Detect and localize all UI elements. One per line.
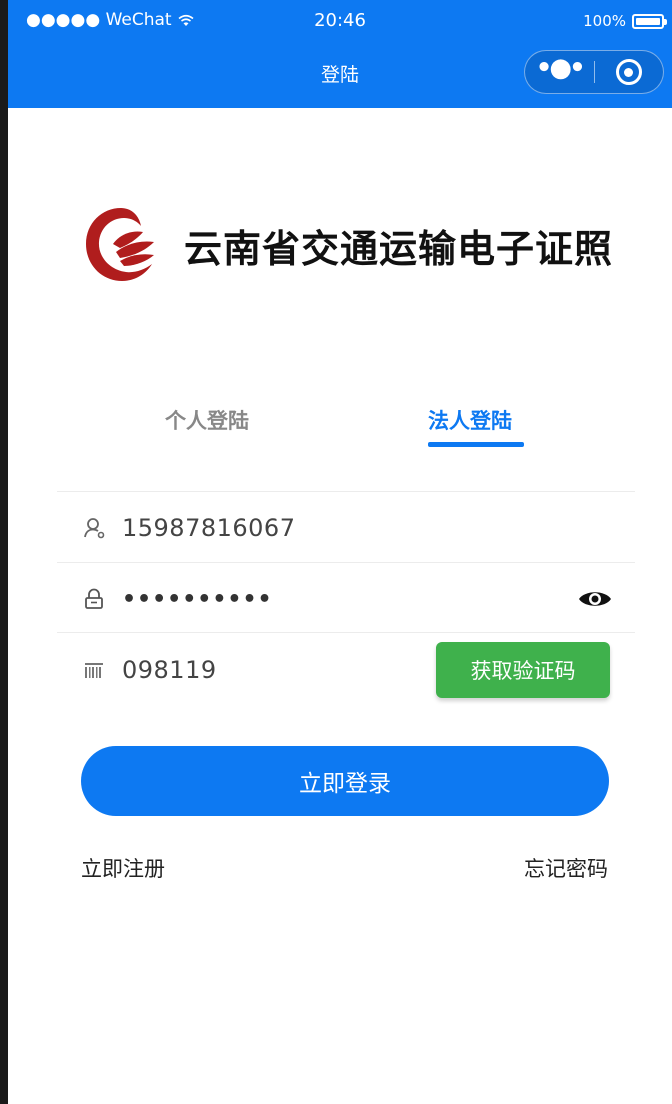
window-edge xyxy=(0,0,8,1104)
tab-personal-login[interactable]: 个人登陆 xyxy=(165,405,249,435)
status-bar: ●●●●● WeChat 20:46 100% xyxy=(8,0,672,40)
battery-status: 100% xyxy=(583,12,667,30)
active-tab-indicator xyxy=(428,442,524,447)
register-link[interactable]: 立即注册 xyxy=(81,853,165,883)
lock-icon xyxy=(80,585,108,613)
target-circle-icon xyxy=(615,59,642,85)
user-icon xyxy=(80,514,108,542)
brand-name: 云南省交通运输电子证照 xyxy=(184,226,614,271)
barcode-icon xyxy=(80,656,108,684)
username-field[interactable]: 15987816067 xyxy=(80,503,612,553)
eye-icon[interactable] xyxy=(578,584,612,614)
brand-header: 云南省交通运输电子证照 xyxy=(80,200,620,290)
more-dots-icon: •●• xyxy=(535,53,586,83)
login-button[interactable]: 立即登录 xyxy=(81,746,609,816)
login-type-tabs: 个人登陆 法人登陆 xyxy=(8,405,672,455)
divider xyxy=(57,632,635,633)
app-header: ●●●●● WeChat 20:46 100% 登陆 •●• xyxy=(8,0,672,108)
mini-program-capsule: •●• xyxy=(524,50,664,94)
battery-icon xyxy=(632,13,667,29)
more-button[interactable]: •●• xyxy=(525,51,594,93)
username-value[interactable]: 15987816067 xyxy=(122,514,295,542)
clock: 20:46 xyxy=(314,10,366,31)
red-cloud-logo-icon xyxy=(86,208,154,281)
close-mini-program-button[interactable] xyxy=(595,51,664,93)
tab-legal-login[interactable]: 法人登陆 xyxy=(428,405,512,435)
password-value[interactable]: •••••••••• xyxy=(122,587,273,612)
forgot-password-link[interactable]: 忘记密码 xyxy=(524,853,608,883)
verification-code-field[interactable]: 098119 获取验证码 xyxy=(80,642,612,698)
get-code-button[interactable]: 获取验证码 xyxy=(436,642,610,698)
code-value[interactable]: 098119 xyxy=(122,656,217,684)
battery-percent: 100% xyxy=(583,12,626,30)
divider xyxy=(57,491,635,492)
divider xyxy=(57,562,635,563)
password-field[interactable]: •••••••••• xyxy=(80,574,612,624)
